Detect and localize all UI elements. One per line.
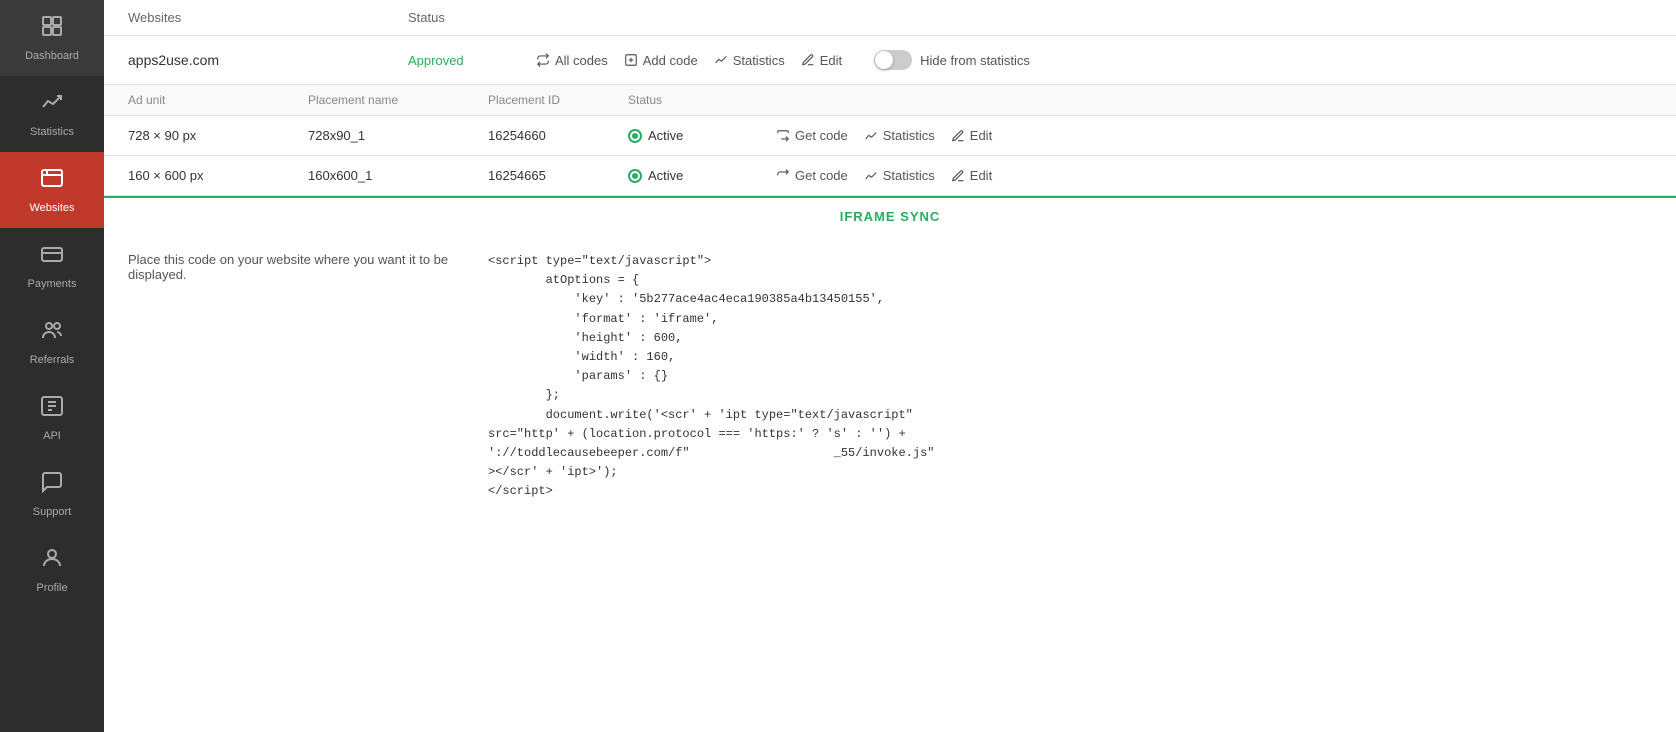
edit-label-1: Edit: [970, 128, 992, 143]
edit-button[interactable]: Edit: [801, 53, 842, 68]
sidebar-item-label-profile: Profile: [36, 582, 67, 594]
statistics-btn-2[interactable]: Statistics: [864, 168, 935, 183]
placement-name-2: 160x600_1: [308, 168, 488, 183]
statistics-label: Statistics: [733, 53, 785, 68]
sidebar-item-label-api: API: [43, 430, 61, 442]
hide-from-statistics-label: Hide from statistics: [920, 53, 1030, 68]
dashboard-icon: [40, 14, 64, 44]
ad-actions-1: Get code Statistics Edit: [776, 128, 992, 143]
edit-label: Edit: [820, 53, 842, 68]
sidebar-item-websites[interactable]: Websites: [0, 152, 104, 228]
ad-actions-2: Get code Statistics Edit: [776, 168, 992, 183]
sidebar-item-label-payments: Payments: [28, 278, 77, 290]
code-block[interactable]: <script type="text/javascript"> atOption…: [488, 252, 1652, 716]
edit-icon: [801, 53, 815, 67]
all-codes-button[interactable]: All codes: [536, 53, 608, 68]
sidebar-item-profile[interactable]: Profile: [0, 532, 104, 608]
get-code-icon-1: [776, 129, 790, 143]
statistics-icon: [40, 90, 64, 120]
status-active-2: Active: [648, 168, 683, 183]
get-code-label-2: Get code: [795, 168, 848, 183]
website-actions: All codes Add code Statistics: [536, 50, 1030, 70]
website-row: apps2use.com Approved All codes Add code: [104, 36, 1676, 85]
add-code-button[interactable]: Add code: [624, 53, 698, 68]
sidebar-item-label-statistics: Statistics: [30, 126, 74, 138]
ad-unit-1: 728 × 90 px: [128, 128, 308, 143]
iframe-sync-bar[interactable]: IFRAME SYNC: [104, 196, 1676, 236]
placement-id-2: 16254665: [488, 168, 628, 183]
sidebar-item-api[interactable]: API: [0, 380, 104, 456]
profile-icon: [40, 546, 64, 576]
get-code-button-2[interactable]: Get code: [776, 168, 848, 183]
ad-row-1: 728 × 90 px 728x90_1 16254660 Active Get…: [104, 116, 1676, 156]
col-placement-name: Placement name: [308, 93, 488, 107]
sidebar-item-payments[interactable]: Payments: [0, 228, 104, 304]
col-status-label: Status: [408, 10, 528, 25]
status-active-1: Active: [648, 128, 683, 143]
sidebar-item-dashboard[interactable]: Dashboard: [0, 0, 104, 76]
api-icon: [40, 394, 64, 424]
col-placement-id: Placement ID: [488, 93, 628, 107]
website-name: apps2use.com: [128, 52, 408, 68]
all-codes-icon: [536, 53, 550, 67]
edit-btn-2[interactable]: Edit: [951, 168, 992, 183]
get-code-label-1: Get code: [795, 128, 848, 143]
statistics-label-1: Statistics: [883, 128, 935, 143]
placement-header: Ad unit Placement name Placement ID Stat…: [104, 85, 1676, 116]
code-section: Place this code on your website where yo…: [104, 236, 1676, 732]
main-content: Websites Status apps2use.com Approved Al…: [104, 0, 1676, 732]
placement-name-1: 728x90_1: [308, 128, 488, 143]
edit-icon-1: [951, 129, 965, 143]
toggle-knob: [875, 51, 893, 69]
placement-status-2: Active: [628, 168, 768, 183]
sidebar-item-referrals[interactable]: Referrals: [0, 304, 104, 380]
hide-from-statistics-toggle[interactable]: Hide from statistics: [874, 50, 1030, 70]
ad-row-2: 160 × 600 px 160x600_1 16254665 Active G…: [104, 156, 1676, 196]
sidebar: Dashboard Statistics Websites Pa: [0, 0, 104, 732]
statistics-button[interactable]: Statistics: [714, 53, 785, 68]
sidebar-item-label-support: Support: [33, 506, 72, 518]
toggle-switch[interactable]: [874, 50, 912, 70]
statistics-btn-1[interactable]: Statistics: [864, 128, 935, 143]
get-code-button-1[interactable]: Get code: [776, 128, 848, 143]
placement-status-1: Active: [628, 128, 768, 143]
status-dot-2: [628, 169, 642, 183]
sidebar-item-label-dashboard: Dashboard: [25, 50, 79, 62]
code-instruction: Place this code on your website where yo…: [128, 252, 468, 716]
col-websites-label: Websites: [128, 10, 408, 25]
placement-id-1: 16254660: [488, 128, 628, 143]
status-dot-1: [628, 129, 642, 143]
sidebar-item-statistics[interactable]: Statistics: [0, 76, 104, 152]
sidebar-item-support[interactable]: Support: [0, 456, 104, 532]
edit-btn-1[interactable]: Edit: [951, 128, 992, 143]
support-icon: [40, 470, 64, 500]
ad-unit-2: 160 × 600 px: [128, 168, 308, 183]
get-code-icon-2: [776, 169, 790, 183]
statistics-icon-2: [864, 169, 878, 183]
col-ad-unit: Ad unit: [128, 93, 308, 107]
all-codes-label: All codes: [555, 53, 608, 68]
edit-label-2: Edit: [970, 168, 992, 183]
website-status: Approved: [408, 53, 528, 68]
edit-icon-2: [951, 169, 965, 183]
iframe-sync-label: IFRAME SYNC: [840, 209, 941, 224]
referrals-icon: [40, 318, 64, 348]
add-code-icon: [624, 53, 638, 67]
payments-icon: [40, 242, 64, 272]
statistics-label-2: Statistics: [883, 168, 935, 183]
add-code-label: Add code: [643, 53, 698, 68]
table-header: Websites Status: [104, 0, 1676, 36]
websites-icon: [40, 166, 64, 196]
statistics-action-icon: [714, 53, 728, 67]
sidebar-item-label-referrals: Referrals: [30, 354, 75, 366]
col-placement-status: Status: [628, 93, 768, 107]
sidebar-item-label-websites: Websites: [29, 202, 74, 214]
statistics-icon-1: [864, 129, 878, 143]
